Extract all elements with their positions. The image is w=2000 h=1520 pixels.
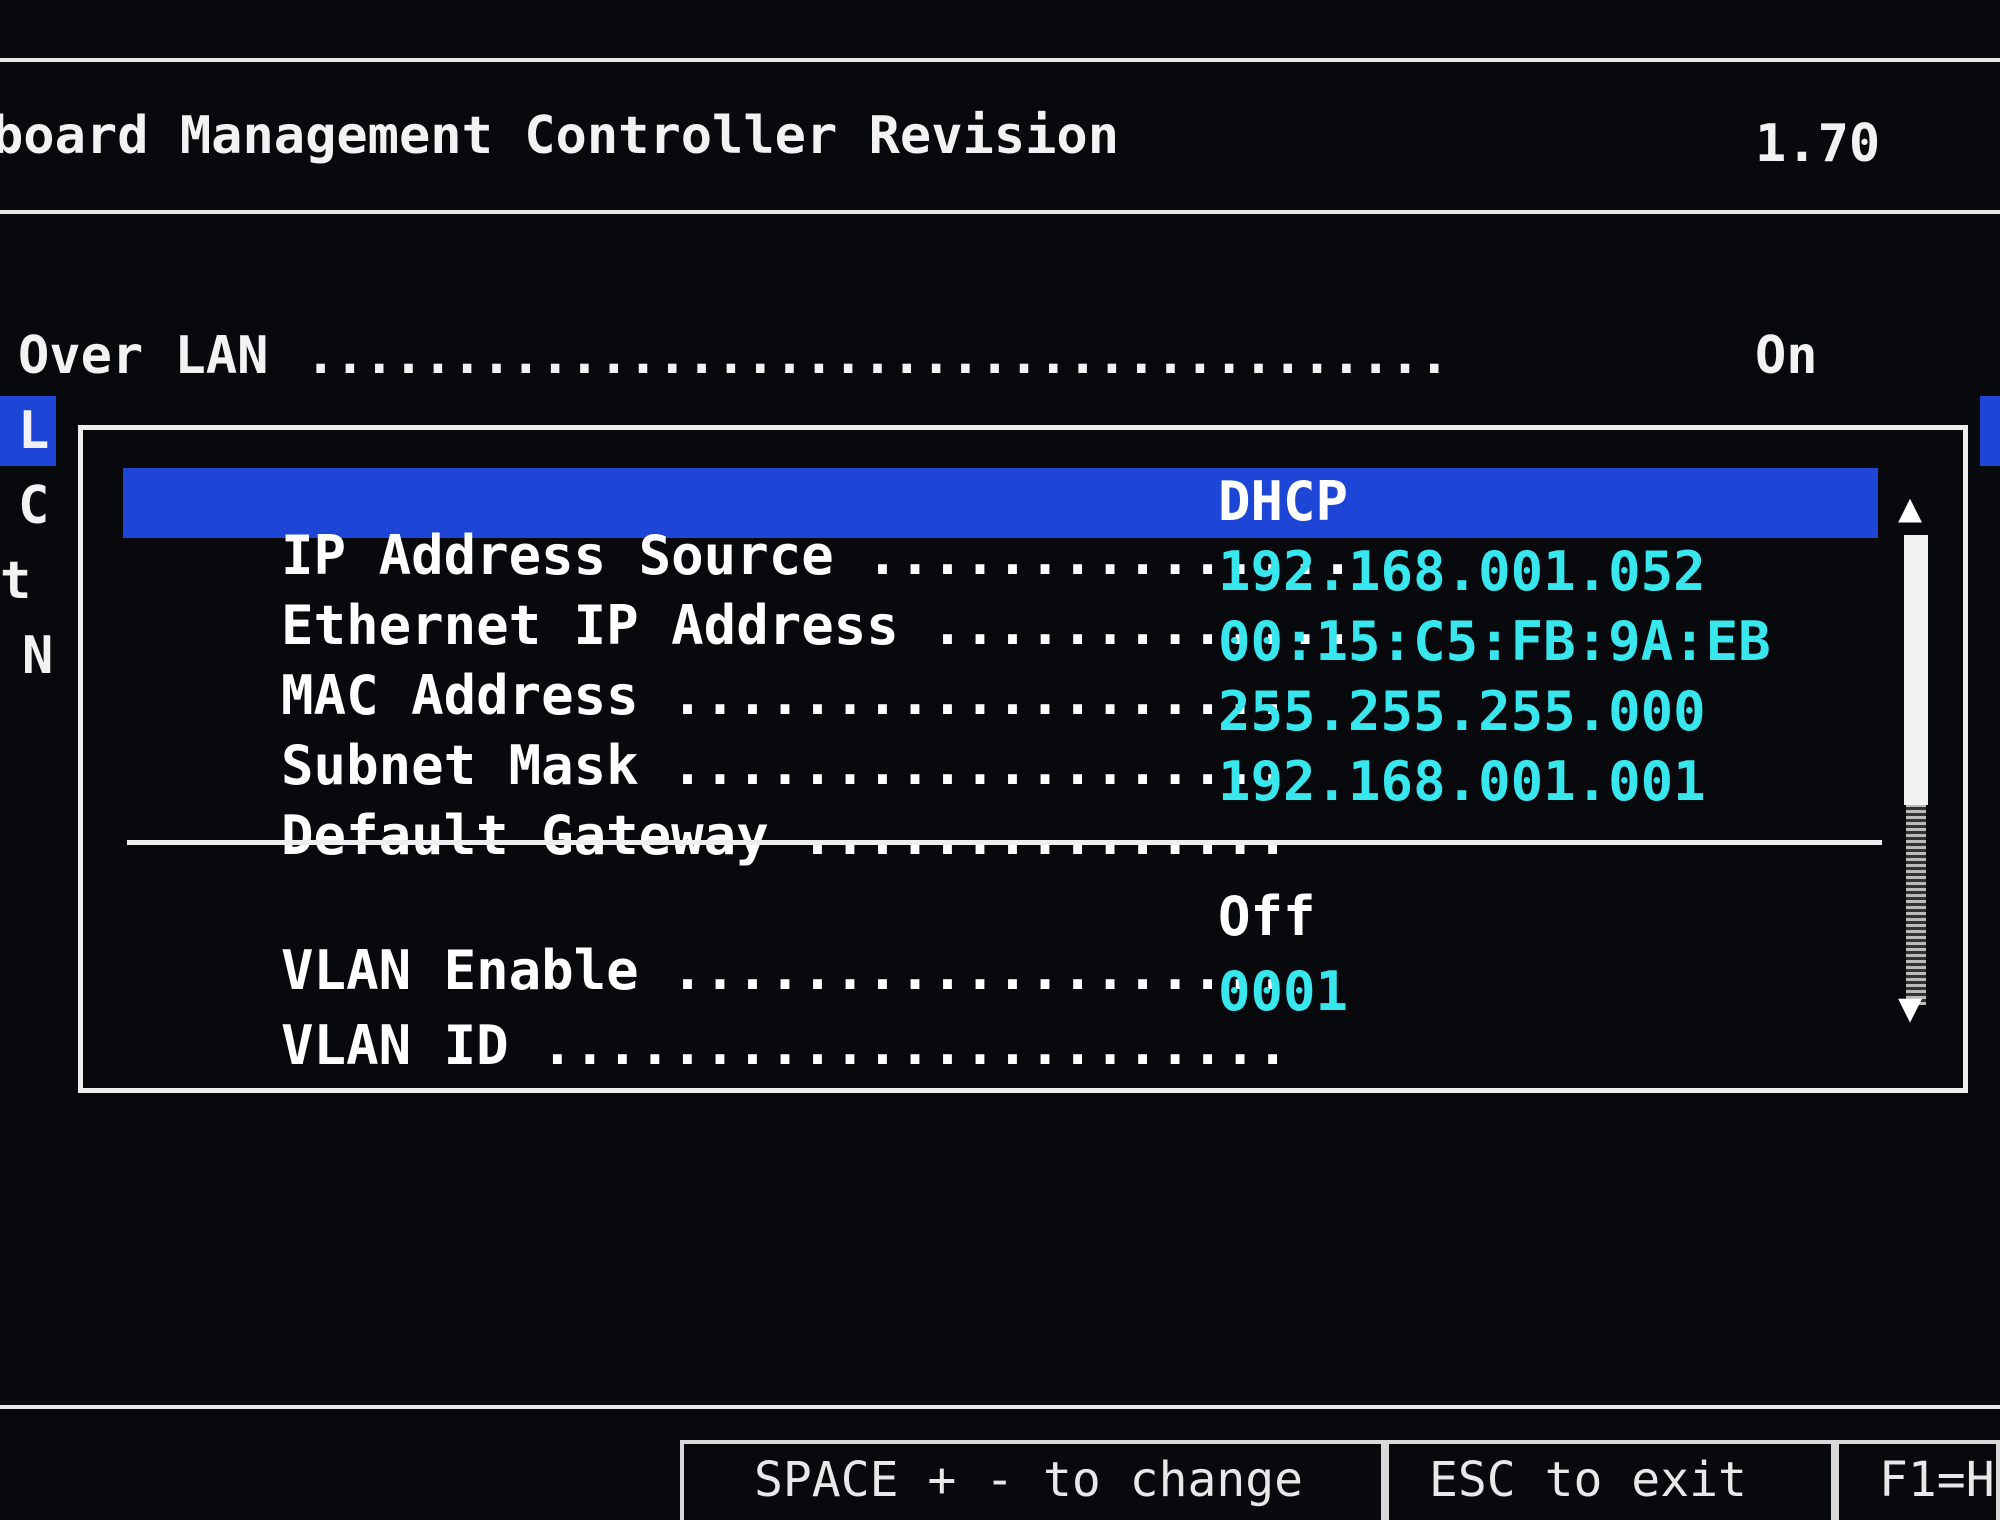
lan-config-dialog: IP Address Source ............... DHCP E… xyxy=(78,425,1968,1093)
footer-top-line xyxy=(0,1405,2000,1409)
vlan-id-value[interactable]: 0001 xyxy=(1218,965,1348,1019)
vlan-id-row[interactable]: VLAN ID ....................... xyxy=(151,965,1289,1127)
default-gateway-value[interactable]: 192.168.001.001 xyxy=(1218,755,1706,809)
ethernet-ip-address-value[interactable]: 192.168.001.052 xyxy=(1218,545,1706,599)
left-menu-letter-t[interactable]: t xyxy=(0,555,31,607)
scroll-track[interactable] xyxy=(1906,805,1926,1005)
left-menu-letter-c[interactable]: C xyxy=(18,480,49,532)
scroll-thumb[interactable] xyxy=(1904,535,1928,805)
header-bottom-line xyxy=(0,210,2000,214)
ip-address-source-value[interactable]: DHCP xyxy=(1218,475,1348,529)
row-dots: ....................... xyxy=(541,1014,1289,1077)
space-change-hint: SPACE + - to change xyxy=(680,1440,1385,1520)
top-border-line xyxy=(0,58,2000,62)
scroll-up-arrow-icon[interactable]: ▲ xyxy=(1898,485,1922,531)
left-menu-letter-l[interactable]: L xyxy=(18,405,49,457)
right-menu-highlight xyxy=(1980,396,2000,466)
scroll-down-arrow-icon[interactable]: ▼ xyxy=(1898,985,1922,1031)
popup-scrollbar[interactable]: ▲ ▼ xyxy=(1898,485,1934,1031)
row-dots: ............... xyxy=(801,804,1289,867)
row-label: Default Gateway xyxy=(281,804,769,867)
page-title: board Management Controller Revision xyxy=(0,106,1120,166)
serial-over-lan-value[interactable]: On xyxy=(1755,330,1818,382)
mac-address-value[interactable]: 00:15:C5:FB:9A:EB xyxy=(1218,615,1771,669)
revision-value: 1.70 xyxy=(1755,114,1881,174)
subnet-mask-value[interactable]: 255.255.255.000 xyxy=(1218,685,1706,739)
row-label: VLAN ID xyxy=(281,1014,509,1077)
serial-over-lan-label[interactable]: Over LAN xyxy=(18,330,268,382)
left-menu-letter-n[interactable]: N xyxy=(22,630,53,682)
f1-help-hint: F1=H xyxy=(1835,1440,2000,1520)
vlan-enable-value[interactable]: Off xyxy=(1218,890,1316,944)
section-divider xyxy=(127,840,1882,845)
serial-over-lan-dots: ....................................... xyxy=(305,326,1450,386)
esc-exit-hint: ESC to exit xyxy=(1385,1440,1835,1520)
